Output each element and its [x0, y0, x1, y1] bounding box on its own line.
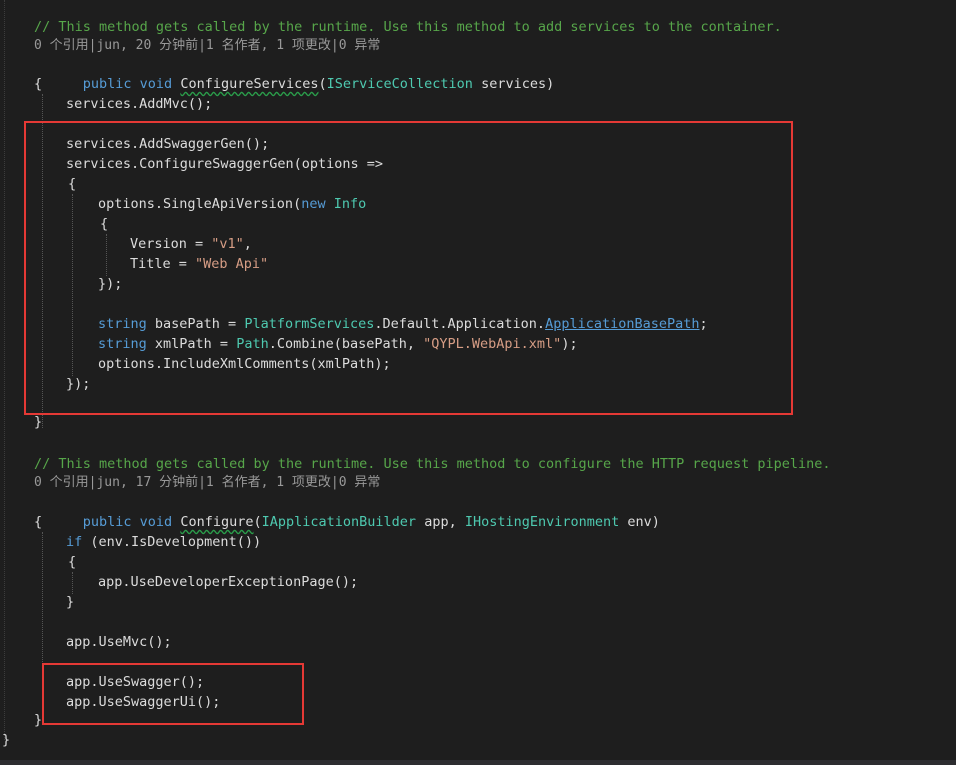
indent-guide	[72, 572, 73, 594]
brace: {	[34, 76, 43, 92]
brace: {	[68, 554, 77, 570]
brace: }	[2, 732, 11, 748]
highlight-box-swagger-use	[42, 663, 304, 725]
param-text: services)	[472, 76, 555, 92]
param-text: env)	[619, 514, 660, 530]
brace: {	[34, 514, 43, 530]
highlight-box-swagger-config	[24, 121, 793, 415]
keyword: public void	[82, 514, 173, 530]
type-name[interactable]: IServiceCollection	[327, 76, 473, 92]
keyword: if	[66, 534, 83, 550]
codelens-info[interactable]: 0 个引用|jun, 17 分钟前|1 名作者, 1 项更改|0 异常	[0, 473, 380, 493]
type-name[interactable]: IHostingEnvironment	[465, 514, 619, 530]
brace: }	[34, 414, 43, 430]
code-line[interactable]: // This method gets called by the runtim…	[0, 17, 782, 37]
paren: (	[253, 514, 262, 530]
comment-text: // This method gets called by the runtim…	[34, 456, 831, 472]
paren: (	[318, 76, 327, 92]
param-text: app,	[416, 514, 465, 530]
statement: app.UseDeveloperExceptionPage();	[98, 574, 359, 590]
brace: }	[34, 712, 43, 728]
code-editor[interactable]: // This method gets called by the runtim…	[0, 0, 956, 765]
keyword: public void	[82, 76, 173, 92]
statement: app.UseMvc();	[66, 634, 172, 650]
code-line[interactable]: // This method gets called by the runtim…	[0, 454, 831, 474]
code-line[interactable]: public void ConfigureServices(IServiceCo…	[0, 54, 554, 92]
comment-text: // This method gets called by the runtim…	[34, 19, 782, 35]
codelens-text[interactable]: 0 个引用|jun, 17 分钟前|1 名作者, 1 项更改|0 异常	[34, 473, 380, 493]
statement: (env.IsDevelopment())	[82, 534, 262, 550]
statement: services.AddMvc();	[66, 96, 213, 112]
codelens-text[interactable]: 0 个引用|jun, 20 分钟前|1 名作者, 1 项更改|0 异常	[34, 36, 380, 56]
code-line[interactable]: public void Configure(IApplicationBuilde…	[0, 492, 660, 530]
method-name[interactable]: Configure	[180, 514, 253, 530]
method-name[interactable]: ConfigureServices	[180, 76, 318, 92]
codelens-info[interactable]: 0 个引用|jun, 20 分钟前|1 名作者, 1 项更改|0 异常	[0, 36, 380, 56]
editor-bottom-edge	[0, 760, 956, 765]
type-name[interactable]: IApplicationBuilder	[262, 514, 416, 530]
brace: }	[66, 594, 75, 610]
code-line[interactable]: if (env.IsDevelopment())	[0, 532, 261, 552]
